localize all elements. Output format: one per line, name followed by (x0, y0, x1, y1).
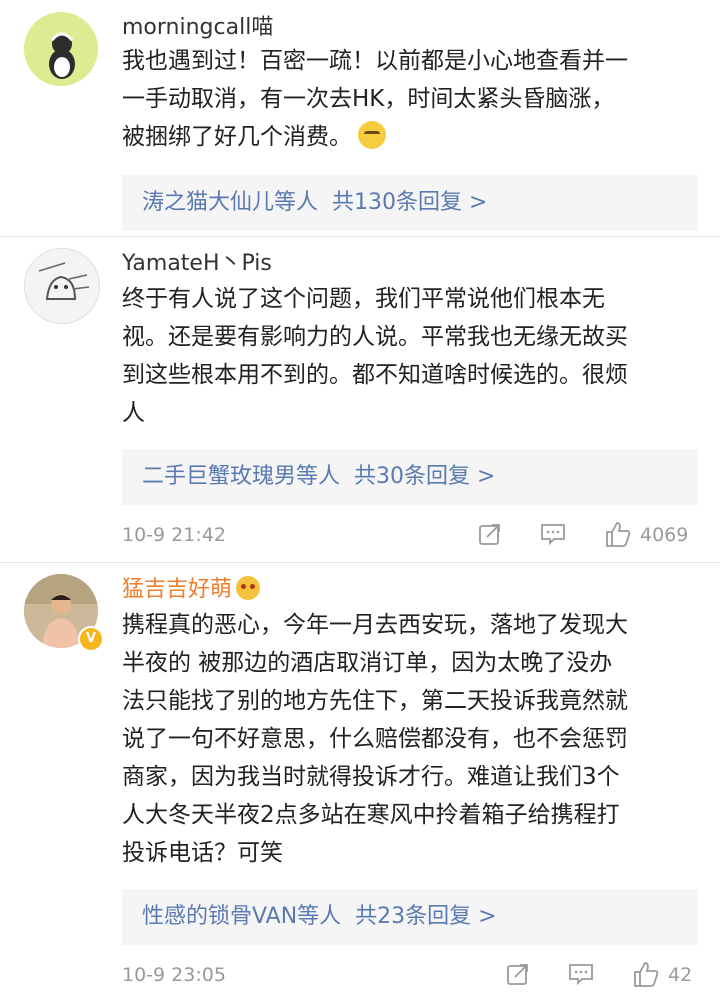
reply-count-link[interactable]: 共130条回复 > (332, 190, 487, 215)
reply-count-link[interactable]: 共30条回复 > (354, 464, 495, 489)
timestamp: 10-9 21:42 (122, 524, 226, 546)
comment-line: 视。还是要有影响力的人说。平常我也无缘无故买 (122, 324, 628, 350)
avatar-image (25, 249, 99, 323)
like-icon[interactable] (632, 960, 660, 988)
comment-line: 终于有人说了这个问题，我们平常说他们根本无 (122, 286, 605, 312)
comment-line: 法只能找了别的地方先住下，第二天投诉我竟然就 (122, 688, 628, 714)
avatar-image (24, 12, 98, 86)
comment-footer: 10-9 23:05 42 (122, 960, 702, 990)
avatar[interactable] (24, 12, 98, 86)
share-icon[interactable] (506, 962, 530, 986)
replies-bar[interactable]: 涛之猫大仙儿等人 共130条回复 > (122, 175, 698, 231)
dizzy-face-emoji-icon (358, 121, 386, 149)
avatar[interactable] (24, 248, 100, 324)
divider (0, 562, 720, 563)
reply-users[interactable]: 性感的锁骨VAN (142, 904, 297, 929)
share-icon[interactable] (478, 522, 502, 546)
reply-users-suffix: 等人 (274, 190, 319, 215)
reply-count-link[interactable]: 共23条回复 > (355, 904, 496, 929)
replies-bar[interactable]: 性感的锁骨VAN等人 共23条回复 > (122, 889, 698, 945)
reply-users[interactable]: 涛之猫大仙儿 (142, 190, 274, 215)
reply-users[interactable]: 二手巨蟹玫瑰男 (142, 464, 296, 489)
comment-icon[interactable] (540, 523, 566, 545)
comment-line: 我也遇到过！百密一疏！以前都是小心地查看并一 (122, 48, 628, 74)
verified-badge-icon: V (78, 626, 104, 652)
comment-line: 说了一句不好意思，什么赔偿都没有，也不会惩罚 (122, 726, 628, 752)
like-count: 4069 (640, 524, 689, 546)
like-count: 42 (668, 964, 693, 986)
replies-bar[interactable]: 二手巨蟹玫瑰男等人 共30条回复 > (122, 449, 698, 505)
comment-icon[interactable] (568, 963, 594, 985)
divider (0, 236, 720, 237)
username[interactable]: 猛吉吉好萌 (122, 576, 261, 604)
comment-line: 到这些根本用不到的。都不知道啥时候选的。很烦 (122, 362, 628, 388)
comment-line-with-emoji: 被捆绑了好几个消费。 (122, 118, 700, 156)
comment-line: 投诉电话？可笑 (122, 840, 283, 866)
comment-line: 人 (122, 400, 145, 426)
comment-line: 人大冬天半夜2点多站在寒风中拎着箱子给携程打 (122, 802, 620, 828)
reply-users-suffix: 等人 (296, 464, 341, 489)
comment-line: 商家，因为我当时就得投诉才行。难道让我们3个 (122, 764, 620, 790)
comment-text: 终于有人说了这个问题，我们平常说他们根本无 视。还是要有影响力的人说。平常我也无… (122, 280, 700, 432)
comment-footer: 10-9 21:42 4069 (122, 520, 702, 550)
timestamp: 10-9 23:05 (122, 964, 226, 986)
comment-line: 一手动取消，有一次去HK，时间太紧头昏脑涨， (122, 86, 615, 112)
comment-text: 携程真的恶心，今年一月去西安玩，落地了发现大 半夜的 被那边的酒店取消订单，因为… (122, 606, 700, 872)
comment-line: 半夜的 被那边的酒店取消订单，因为太晚了没办 (122, 650, 613, 676)
comment-line-text: 被捆绑了好几个消费。 (122, 124, 352, 150)
comment-text: 我也遇到过！百密一疏！以前都是小心地查看并一 一手动取消，有一次去HK，时间太紧… (122, 42, 700, 156)
reply-users-suffix: 等人 (297, 904, 342, 929)
like-icon[interactable] (604, 520, 632, 548)
comment-line: 携程真的恶心，今年一月去西安玩，落地了发现大 (122, 612, 628, 638)
username[interactable]: morningcall喵 (122, 14, 273, 42)
username-text: 猛吉吉好萌 (122, 577, 233, 602)
username[interactable]: YamateH丶Pis (122, 250, 272, 278)
heart-eyes-emoji-icon (236, 576, 261, 600)
